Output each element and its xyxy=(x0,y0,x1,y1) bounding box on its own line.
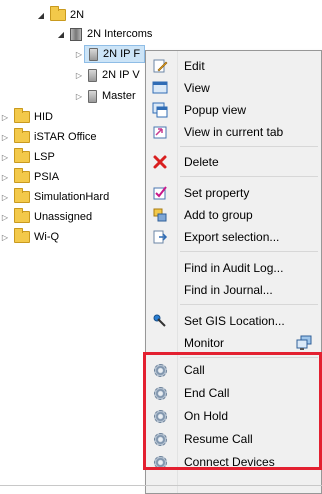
menu-item-delete[interactable]: Delete xyxy=(146,151,321,173)
tree-item-lsp[interactable]: ▷ LSP xyxy=(0,148,55,166)
collapse-arrow-icon[interactable]: ▷ xyxy=(74,91,84,101)
tree-item-label: Wi-Q xyxy=(34,231,60,243)
collapse-arrow-icon[interactable]: ▷ xyxy=(0,232,10,242)
popup-view-icon xyxy=(152,102,168,118)
menu-item-edit[interactable]: Edit xyxy=(146,55,321,77)
tree-item-label: LSP xyxy=(34,151,55,163)
tree-item-label: 2N IP V xyxy=(102,69,140,81)
menu-item-find-in-audit-log[interactable]: Find in Audit Log... xyxy=(146,257,321,279)
tree-item-wi-q[interactable]: ▷ Wi-Q xyxy=(0,228,59,246)
menu-item-label: Find in Journal... xyxy=(184,283,273,297)
menu-item-view-in-current-tab[interactable]: View in current tab xyxy=(146,121,321,143)
bottom-border xyxy=(0,485,322,486)
menu-item-label: Popup view xyxy=(184,103,247,117)
menu-item-label: Set GIS Location... xyxy=(184,314,285,328)
folder-icon xyxy=(14,148,30,163)
delete-icon xyxy=(152,154,168,170)
collapse-arrow-icon[interactable]: ▷ xyxy=(74,70,84,80)
collapse-arrow-icon[interactable]: ▷ xyxy=(0,132,10,142)
gis-pin-icon xyxy=(152,313,168,329)
menu-separator xyxy=(180,176,318,177)
tree-item-label: Master xyxy=(102,90,136,102)
menu-item-label: Export selection... xyxy=(184,230,280,244)
highlight-box xyxy=(143,352,322,470)
tree-item-2n-ip-v[interactable]: ▷ 2N IP V xyxy=(74,66,140,84)
menu-item-find-in-journal[interactable]: Find in Journal... xyxy=(146,279,321,301)
tree-item-label: iSTAR Office xyxy=(34,131,97,143)
tree-item-label: PSIA xyxy=(34,171,60,183)
tree-item-master[interactable]: ▷ Master xyxy=(74,87,136,105)
set-property-icon xyxy=(152,185,168,201)
tree-item-psia[interactable]: ▷ PSIA xyxy=(0,168,59,186)
tree-item-label: HID xyxy=(34,111,53,123)
collapse-arrow-icon[interactable]: ▷ xyxy=(0,112,10,122)
menu-item-set-property[interactable]: Set property xyxy=(146,182,321,204)
device-icon xyxy=(88,89,97,103)
tree-item-simulation-hard[interactable]: ▷ SimulationHard xyxy=(0,188,109,206)
menu-separator xyxy=(180,251,318,252)
menu-item-add-to-group[interactable]: Add to group xyxy=(146,204,321,226)
edit-icon xyxy=(152,58,168,74)
selected-tree-item[interactable]: 2N IP F xyxy=(84,45,146,63)
tree-item-2n-ip-f[interactable]: ▷ 2N IP F xyxy=(74,45,146,63)
collapse-arrow-icon[interactable]: ▷ xyxy=(74,49,84,59)
folder-icon xyxy=(14,168,30,183)
view-tab-icon xyxy=(152,124,168,140)
tree-item-istar-office[interactable]: ▷ iSTAR Office xyxy=(0,128,97,146)
menu-item-label: Delete xyxy=(184,155,219,169)
tree-item-label: 2N xyxy=(70,9,85,21)
collapse-arrow-icon[interactable]: ▷ xyxy=(0,192,10,202)
folder-icon xyxy=(14,208,30,223)
collapse-arrow-icon[interactable]: ▷ xyxy=(0,172,10,182)
menu-item-view[interactable]: View xyxy=(146,77,321,99)
view-icon xyxy=(152,80,168,96)
tree-item-label: 2N IP F xyxy=(103,48,141,60)
tree-item-2n-intercoms[interactable]: ◢ 2N Intercoms xyxy=(56,25,152,43)
folder-icon xyxy=(14,228,30,243)
menu-item-label: Find in Audit Log... xyxy=(184,261,284,275)
folder-icon xyxy=(14,108,30,123)
folder-icon xyxy=(14,128,30,143)
tree-item-hid[interactable]: ▷ HID xyxy=(0,108,53,126)
menu-item-label: Monitor xyxy=(184,336,225,350)
expand-arrow-icon[interactable]: ◢ xyxy=(36,10,46,20)
device-icon xyxy=(88,68,97,82)
collapse-arrow-icon[interactable]: ▷ xyxy=(0,212,10,222)
menu-separator xyxy=(180,146,318,147)
tree-item-unassigned[interactable]: ▷ Unassigned xyxy=(0,208,92,226)
device-icon xyxy=(89,47,98,61)
folder-icon xyxy=(14,188,30,203)
menu-item-label: Set property xyxy=(184,186,250,200)
tree-item-label: Unassigned xyxy=(34,211,93,223)
expand-arrow-icon[interactable]: ◢ xyxy=(56,29,66,39)
menu-item-label: View in current tab xyxy=(184,125,284,139)
menu-item-monitor[interactable]: Monitor xyxy=(146,332,321,354)
tree-item-label: SimulationHard xyxy=(34,191,110,203)
menu-item-export-selection[interactable]: Export selection... xyxy=(146,226,321,248)
add-group-icon xyxy=(152,207,168,223)
device-group-icon xyxy=(70,27,82,41)
menu-separator xyxy=(180,304,318,305)
collapse-arrow-icon[interactable]: ▷ xyxy=(0,152,10,162)
tree-item-label: 2N Intercoms xyxy=(87,28,153,40)
tree-item-2n[interactable]: ◢ 2N xyxy=(36,6,84,24)
menu-item-label: Edit xyxy=(184,59,205,73)
folder-icon xyxy=(50,6,66,21)
menu-item-label: View xyxy=(184,81,210,95)
menu-item-popup-view[interactable]: Popup view xyxy=(146,99,321,121)
menu-item-set-gis-location[interactable]: Set GIS Location... xyxy=(146,310,321,332)
export-icon xyxy=(152,229,168,245)
menu-item-label: Add to group xyxy=(184,208,253,222)
